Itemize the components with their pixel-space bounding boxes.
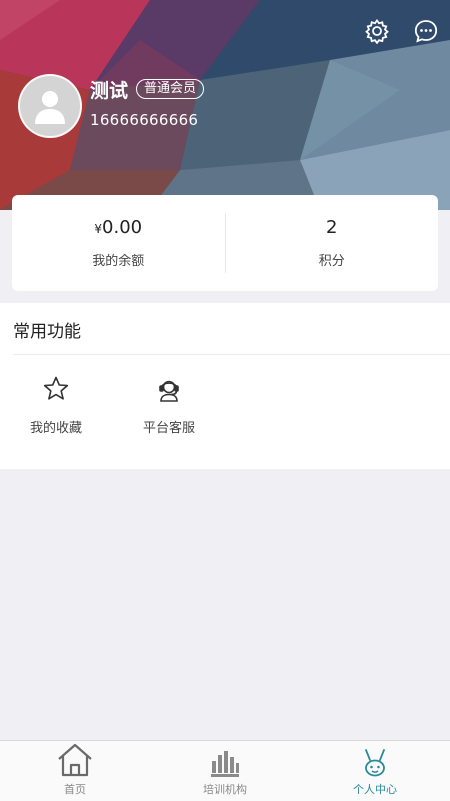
balance-amount: 0.00 [102,217,143,238]
chat-bubble-icon [414,20,438,43]
currency-symbol: ¥ [94,222,103,236]
points-label: 积分 [318,254,345,269]
points-stat[interactable]: 2 积分 [226,195,439,291]
tab-profile-label: 个人中心 [353,783,397,796]
section-title: 常用功能 [13,322,81,342]
star-icon [43,376,69,400]
member-badge: 普通会员 [136,79,205,99]
section-divider [13,354,450,355]
customer-service-icon [159,380,179,402]
balance-label: 我的余额 [92,254,145,269]
avatar[interactable] [18,74,82,138]
common-functions-section: 常用功能 我的收藏 平台客服 [0,303,450,469]
training-icon [211,751,239,777]
tab-training-label: 培训机构 [203,783,247,796]
profile-icon [365,749,385,777]
favorites-label: 我的收藏 [29,421,82,436]
messages-button[interactable] [411,16,441,46]
username: 测试 [90,80,129,102]
tab-home[interactable]: 首页 [0,741,150,801]
profile-header: 测试 普通会员 16666666666 [0,0,450,210]
home-icon [58,743,92,777]
tab-profile[interactable]: 个人中心 [300,741,450,801]
bottom-tab-bar: 首页 培训机构 个人中心 [0,740,450,801]
customer-service-label: 平台客服 [142,421,195,436]
account-stats-card: ¥0.00 我的余额 2 积分 [12,195,438,291]
favorites-button[interactable]: 我的收藏 [16,375,96,436]
phone-number: 16666666666 [90,111,199,129]
tab-home-label: 首页 [64,783,86,796]
settings-button[interactable] [362,16,392,46]
balance-value: ¥0.00 [94,217,142,238]
tab-training-institutions[interactable]: 培训机构 [150,741,300,801]
gear-icon [365,18,389,44]
customer-service-button[interactable]: 平台客服 [129,375,209,436]
user-silhouette-icon [35,91,65,124]
balance-stat[interactable]: ¥0.00 我的余额 [12,195,225,291]
points-value: 2 [326,217,338,238]
